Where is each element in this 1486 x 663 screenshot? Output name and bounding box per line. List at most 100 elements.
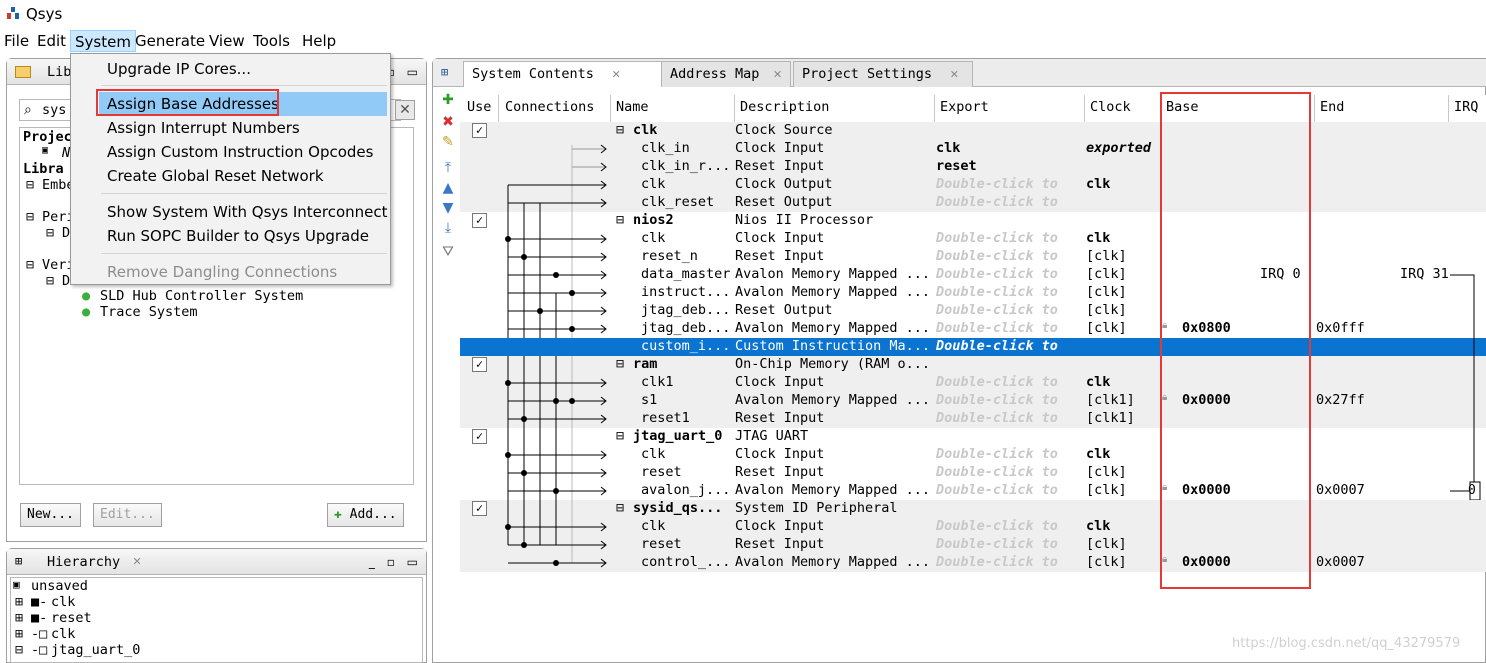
window-controls[interactable]: _ ▫ ▭ [369,555,422,569]
menu-edit[interactable]: Edit [33,30,70,52]
module-row[interactable]: ✓ ⊟ jtag_uart_0 JTAG UART [460,428,1486,446]
col-end[interactable]: End [1320,99,1344,115]
close-tab-icon[interactable]: ✕ [133,553,141,569]
interface-row[interactable]: reset_n Reset Input Double-click to [clk] [460,248,1486,266]
hierarchy-item-clk[interactable]: clk [51,594,75,610]
col-clock[interactable]: Clock [1090,99,1131,115]
menu-view[interactable]: View [205,30,249,52]
menu-tools[interactable]: Tools [249,30,294,52]
menu-run-sopc-upgrade[interactable]: Run SOPC Builder to Qsys Upgrade [107,227,369,245]
clear-search-icon[interactable]: ✕ [395,100,415,120]
irq-connection-line[interactable] [1440,260,1486,500]
col-export[interactable]: Export [940,99,989,115]
close-tab-icon[interactable]: ✕ [950,66,958,82]
collapse-icon[interactable]: ⊟ [616,212,624,228]
tree-item-trace-system[interactable]: Trace System [100,304,198,320]
tree-item-project[interactable]: Projec [23,129,72,145]
move-top-icon[interactable]: ⤒ [441,161,455,175]
menu-create-global-reset-network[interactable]: Create Global Reset Network [107,167,324,185]
tab-address-map[interactable]: Address Map ✕ [661,61,791,87]
col-use[interactable]: Use [467,99,491,115]
column-divider[interactable] [1448,95,1449,123]
column-divider[interactable] [610,95,611,123]
menu-upgrade-ip-cores[interactable]: Upgrade IP Cores... [107,60,251,78]
module-row[interactable]: ✓ ⊟ sysid_qs... System ID Peripheral [460,500,1486,518]
move-bottom-icon[interactable]: ⤓ [441,221,455,235]
filter-icon[interactable]: ⛛ [441,245,455,259]
cell-export[interactable]: Double-click to [936,464,1084,480]
collapse-icon[interactable]: ⊟ [616,356,624,372]
menu-show-qsys-interconnect[interactable]: Show System With Qsys Interconnect [107,203,388,221]
column-divider[interactable] [498,95,499,123]
expand-icon[interactable]: ⊟ [46,225,54,241]
tab-system-contents[interactable]: System Contents ✕ [463,61,663,87]
cell-export[interactable]: Double-click to [936,194,1084,210]
hierarchy-item-jtag-uart[interactable]: jtag_uart_0 [51,642,140,658]
cell-export[interactable]: Double-click to [936,230,1084,246]
irq-number[interactable]: 0 [1468,483,1476,498]
use-checkbox[interactable]: ✓ [472,429,487,444]
remove-icon[interactable]: ✖ [441,115,455,129]
column-divider[interactable] [1314,95,1315,123]
cell-export[interactable]: Double-click to [936,554,1084,570]
column-divider[interactable] [934,95,935,123]
interface-row[interactable]: clk_in_r... Reset Input reset [460,158,1486,176]
interface-row[interactable]: reset Reset Input Double-click to [clk] [460,464,1486,482]
collapse-icon[interactable]: ⊟ [616,500,624,516]
collapse-icon[interactable]: ⊟ [616,122,624,138]
cell-export[interactable]: Double-click to [936,374,1084,390]
close-tab-icon[interactable]: ✕ [774,66,782,82]
expand-icon[interactable]: ⊞ [15,610,23,626]
interface-row[interactable]: avalon_j... Avalon Memory Mapped ... Doubl… [460,482,1486,500]
hierarchy-item-reset[interactable]: reset [51,610,92,626]
interface-row[interactable]: clk Clock Input Double-click to clk [460,230,1486,248]
expand-icon[interactable]: ⊞ [15,594,23,610]
tree-item-sld-hub[interactable]: SLD Hub Controller System [100,288,303,304]
menu-system[interactable]: System [70,30,136,52]
cell-export[interactable]: Double-click to [936,248,1084,264]
cell-export[interactable]: clk [936,140,1084,156]
move-up-icon[interactable]: ▲ [441,181,455,195]
expand-icon[interactable]: ⊟ [26,209,34,225]
col-name[interactable]: Name [616,99,649,115]
cell-export[interactable]: Double-click to [936,482,1084,498]
cell-export[interactable]: reset [936,158,1084,174]
expand-icon[interactable]: ⊟ [26,177,34,193]
menu-help[interactable]: Help [298,30,340,52]
library-tab-title[interactable]: Lib [47,64,71,80]
edit-icon[interactable]: ✎ [441,135,455,149]
use-checkbox[interactable]: ✓ [472,501,487,516]
interface-row[interactable]: clk_in Clock Input clk exported [460,140,1486,158]
cell-export[interactable]: Double-click to [936,302,1084,318]
menu-generate[interactable]: Generate [131,30,209,52]
use-checkbox[interactable]: ✓ [472,357,487,372]
cell-export[interactable]: Double-click to [936,338,1084,354]
use-checkbox[interactable]: ✓ [472,213,487,228]
interface-row[interactable]: clk_reset Reset Output Double-click to [460,194,1486,212]
interface-row[interactable]: jtag_deb... Avalon Memory Mapped ... Doubl… [460,320,1486,338]
new-button[interactable]: New... [20,503,81,527]
cell-export[interactable]: Double-click to [936,320,1084,336]
module-row[interactable]: ✓ ⊟ nios2 Nios II Processor [460,212,1486,230]
column-divider[interactable] [734,95,735,123]
interface-row[interactable]: control_... Avalon Memory Mapped ... Doubl… [460,554,1486,572]
interface-row[interactable]: clk Clock Input Double-click to clk [460,446,1486,464]
move-down-icon[interactable]: ▼ [441,201,455,215]
cell-export[interactable]: Double-click to [936,518,1084,534]
cell-export[interactable]: Double-click to [936,446,1084,462]
cell-export[interactable]: Double-click to [936,176,1084,192]
hierarchy-item-unsaved[interactable]: unsaved [31,578,88,594]
module-row[interactable]: ✓ ⊟ ram On-Chip Memory (RAM o... [460,356,1486,374]
interface-row[interactable]: reset Reset Input Double-click to [clk] [460,536,1486,554]
expand-icon[interactable]: ⊟ [15,642,23,658]
tree-item-new[interactable]: N [62,145,70,161]
add-button[interactable]: ✚ Add... [327,503,404,527]
menu-assign-interrupt-numbers[interactable]: Assign Interrupt Numbers [107,119,300,137]
menu-remove-dangling-connections[interactable]: Remove Dangling Connections [107,263,337,281]
menu-file[interactable]: File [0,30,33,52]
interface-row[interactable]: reset1 Reset Input Double-click to [clk1] [460,410,1486,428]
interface-row[interactable]: s1 Avalon Memory Mapped ... Double-click t… [460,392,1486,410]
interface-row[interactable]: instruct... Avalon Memory Mapped ... Doubl… [460,284,1486,302]
interface-row[interactable]: clk1 Clock Input Double-click to clk [460,374,1486,392]
column-divider[interactable] [1084,95,1085,123]
